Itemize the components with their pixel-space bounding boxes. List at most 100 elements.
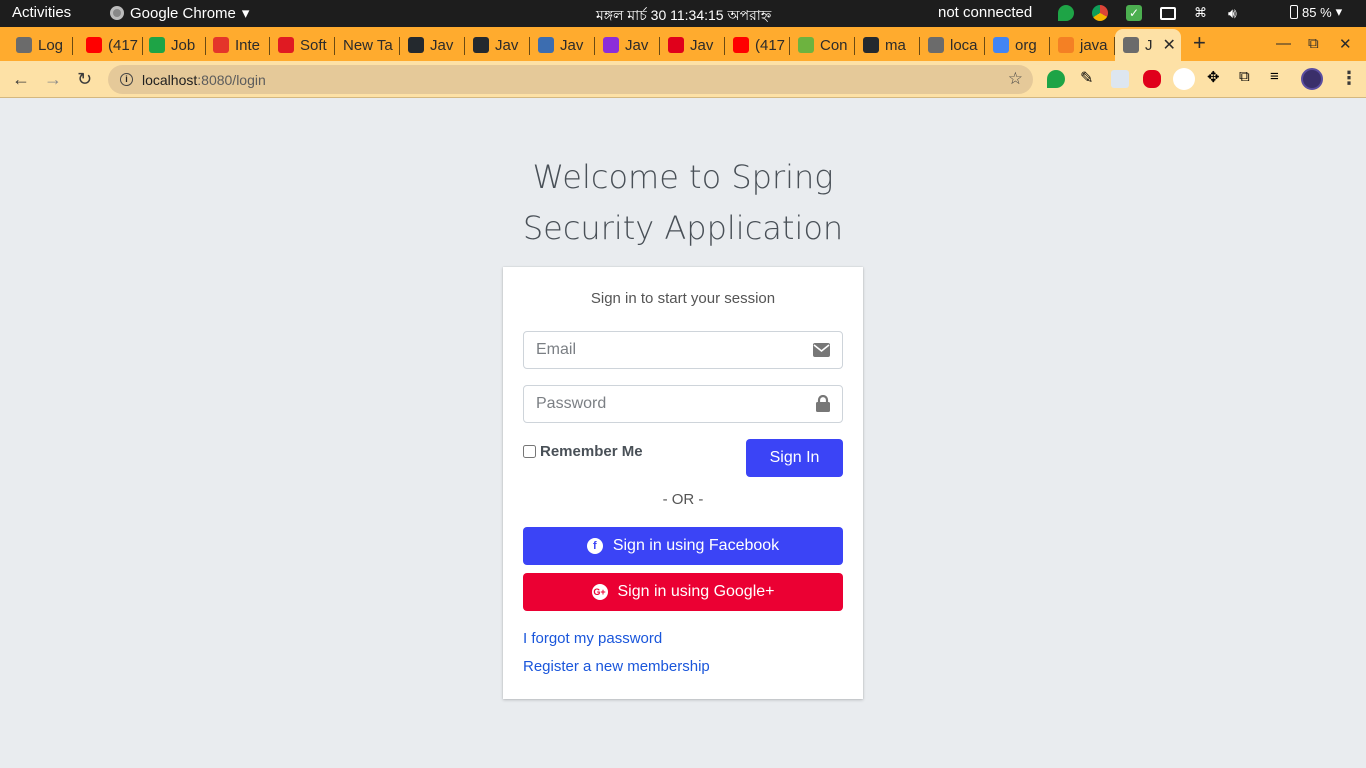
login-box-message: Sign in to start your session	[590, 290, 776, 307]
browser-tab[interactable]: Jav	[595, 31, 660, 59]
password-input[interactable]	[524, 386, 794, 422]
browser-tab[interactable]: New Ta	[335, 31, 400, 59]
volume-icon[interactable]: 🔊︎	[1228, 5, 1244, 21]
browser-tab[interactable]: Con	[790, 31, 855, 59]
lock-icon	[816, 395, 830, 412]
globe-icon	[928, 37, 944, 53]
eyedropper-extension-icon[interactable]: ✎	[1080, 68, 1098, 87]
tab-title: (417	[755, 36, 786, 54]
or-divider: - OR -	[662, 491, 704, 508]
tab-title: Job	[171, 36, 196, 54]
facebook-signin-button[interactable]: f Sign in using Facebook	[523, 527, 843, 565]
media-control-icon[interactable]: ≡	[1270, 68, 1288, 86]
tab-title: Con	[820, 36, 848, 54]
browser-tab[interactable]: Soft	[270, 31, 335, 59]
tab-title: Jav	[625, 36, 649, 54]
shield-check-tray-icon[interactable]: ✓	[1126, 5, 1142, 21]
browser-tab[interactable]: Job	[141, 31, 206, 59]
email-input[interactable]	[524, 332, 794, 368]
chrome-tray-icon[interactable]	[1092, 5, 1108, 21]
password-field-group	[523, 385, 843, 423]
envelope-icon	[813, 343, 830, 357]
battery-icon	[1290, 5, 1298, 19]
browser-tab[interactable]: Jav	[465, 31, 530, 59]
display-tray-icon[interactable]	[1160, 6, 1176, 20]
chrome-app-icon	[110, 6, 124, 20]
tab-title: Jav	[495, 36, 519, 54]
back-arrow-icon[interactable]: ←	[12, 69, 30, 90]
tab-title: Log	[38, 36, 64, 54]
browser-tab[interactable]: org	[985, 31, 1050, 59]
browser-tab[interactable]: java	[1050, 31, 1115, 59]
clock[interactable]: মঙ্গল মার্চ 30 11:34:15 অপরাহ্ন	[596, 4, 771, 28]
profile-avatar[interactable]	[1301, 68, 1323, 90]
browser-tab[interactable]: (417	[725, 31, 790, 59]
browser-tab[interactable]: (417	[78, 31, 143, 59]
gnome-extension-icon[interactable]: ✥	[1207, 68, 1225, 86]
tab-title: (417	[108, 36, 139, 54]
browser-tab[interactable]: Jav	[530, 31, 595, 59]
browser-tab[interactable]: loca	[920, 31, 985, 59]
tab-separator	[72, 37, 73, 55]
youtube-icon	[733, 37, 749, 53]
reload-icon[interactable]: ↻	[77, 69, 92, 90]
tab-title: New Ta	[343, 36, 393, 54]
more-menu-icon[interactable]: ⋮	[1340, 68, 1358, 89]
puzzle-extensions-icon[interactable]: ⧉	[1239, 68, 1257, 86]
stackoverflow-icon	[1058, 37, 1074, 53]
network-tray-icon[interactable]: ⌘	[1194, 5, 1210, 21]
spring-icon	[798, 37, 814, 53]
facebook-signin-label: Sign in using Facebook	[612, 537, 780, 554]
forgot-password-link[interactable]: I forgot my password	[523, 630, 662, 647]
browser-tab[interactable]: J ✕	[1115, 29, 1181, 61]
stop-extension-icon[interactable]	[1143, 70, 1161, 88]
minimize-button[interactable]: —	[1276, 35, 1291, 52]
page-title-line2: Security Application	[522, 209, 844, 247]
remember-me-checkbox[interactable]	[523, 445, 536, 458]
slash-icon	[213, 37, 229, 53]
remember-me[interactable]: Remember Me	[523, 443, 643, 460]
page-title-line1: Welcome to Spring	[532, 158, 834, 196]
login-card: Sign in to start your session Remember M…	[503, 267, 863, 699]
globe-icon	[1123, 37, 1139, 53]
forward-arrow-icon[interactable]: →	[44, 69, 62, 90]
notes-extension-icon[interactable]	[1111, 70, 1129, 88]
tab-title: org	[1015, 36, 1037, 54]
browser-tab[interactable]: Inte	[205, 31, 270, 59]
d-icon	[603, 37, 619, 53]
facebook-icon: f	[586, 538, 603, 554]
browser-tab[interactable]: Jav	[400, 31, 465, 59]
google-signin-label: Sign in using Google+	[617, 583, 775, 600]
blank-extension-icon[interactable]	[1173, 68, 1195, 90]
site-info-icon[interactable]: i	[120, 73, 133, 86]
activities-button[interactable]: Activities	[12, 4, 71, 21]
battery-indicator[interactable]: 85 % ▾	[1290, 4, 1342, 20]
tab-title: Jav	[560, 36, 584, 54]
remember-me-label: Remember Me	[540, 443, 643, 460]
url-host: localhost	[142, 71, 198, 88]
address-bar[interactable]: i localhost:8080/login ☆	[108, 65, 1033, 94]
register-link[interactable]: Register a new membership	[523, 658, 710, 675]
sign-in-button[interactable]: Sign In	[746, 439, 843, 477]
google-signin-button[interactable]: G+ Sign in using Google+	[523, 573, 843, 611]
close-window-button[interactable]: ✕	[1339, 35, 1352, 53]
app-menu[interactable]: Google Chrome ▾	[110, 4, 249, 22]
browser-tab[interactable]: Jav	[660, 31, 725, 59]
oracle-icon	[668, 37, 684, 53]
network-status[interactable]: not connected	[938, 4, 1032, 21]
browser-tab[interactable]: Log	[8, 31, 73, 59]
bookmark-star-icon[interactable]: ☆	[1008, 69, 1023, 89]
page-title: Welcome to Spring Security Application	[483, 152, 883, 254]
chevron-down-icon: ▾	[1335, 4, 1343, 19]
system-tray: ✓ ⌘ 🔊︎	[1058, 4, 1244, 22]
os-top-bar: Activities Google Chrome ▾ মঙ্গল মার্চ 3…	[0, 0, 1366, 27]
new-tab-button[interactable]: +	[1193, 30, 1206, 56]
browser-tab[interactable]: ma	[855, 31, 920, 59]
restore-button[interactable]: ⧉	[1308, 35, 1319, 52]
github-icon	[408, 37, 424, 53]
globe-icon	[16, 37, 32, 53]
close-tab-icon[interactable]: ✕	[1163, 35, 1176, 55]
tab-title: Jav	[690, 36, 714, 54]
hangouts-extension-icon[interactable]	[1047, 70, 1065, 88]
hangouts-tray-icon[interactable]	[1058, 5, 1074, 21]
